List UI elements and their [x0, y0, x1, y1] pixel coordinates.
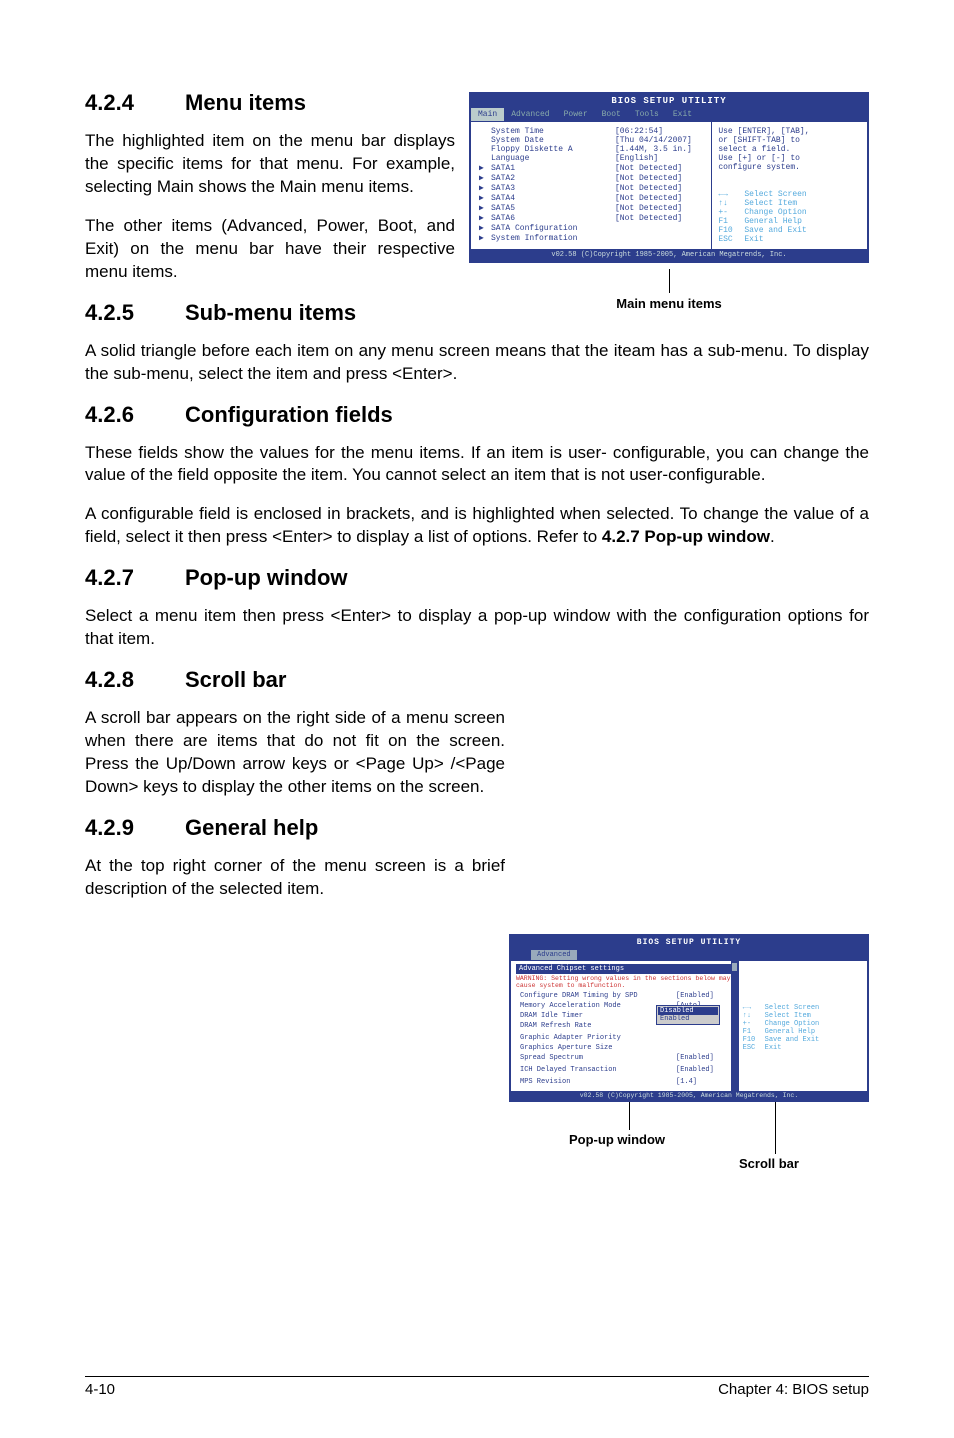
heading-num: 4.2.6	[85, 402, 185, 428]
popup-option[interactable]: Enabled	[658, 1015, 718, 1023]
bios-tabs: MainAdvancedPowerBootToolsExit	[471, 108, 867, 121]
bios-menu-row[interactable]: ▶SATA1[Not Detected]	[477, 163, 705, 173]
heading-title: Configuration fields	[185, 402, 393, 427]
help-text: configure system.	[718, 163, 861, 172]
tab-main[interactable]: Main	[471, 108, 504, 121]
heading-num: 4.2.9	[85, 815, 185, 841]
bios-menu-row[interactable]: ▶SATA Configuration	[477, 223, 705, 233]
page-footer: 4-10 Chapter 4: BIOS setup	[85, 1376, 869, 1398]
nav-hint: ↑↓Select Item	[743, 1012, 863, 1020]
callout-line-icon	[629, 1102, 630, 1130]
bios-title: BIOS SETUP UTILITY	[471, 94, 867, 108]
heading-num: 4.2.7	[85, 565, 185, 591]
help-text: select a field.	[718, 145, 861, 154]
bios-window-1: BIOS SETUP UTILITY MainAdvancedPowerBoot…	[469, 92, 869, 263]
bios-menu-row[interactable]: ▶SATA3[Not Detected]	[477, 183, 705, 193]
bios-menu-row[interactable]: Spread Spectrum[Enabled]	[518, 1054, 716, 1062]
figure-popup-scroll: BIOS SETUP UTILITY Advanced Advanced Chi…	[509, 934, 869, 1172]
bios-menu-row[interactable]: ▶SATA2[Not Detected]	[477, 173, 705, 183]
heading-num: 4.2.8	[85, 667, 185, 693]
heading-429: 4.2.9General help	[85, 815, 869, 841]
tab-advanced[interactable]: Advanced	[531, 950, 577, 960]
nav-hint: F10Save and Exit	[718, 226, 861, 235]
heading-427: 4.2.7Pop-up window	[85, 565, 869, 591]
bios-help-pane: ←→Select Screen↑↓Select Item+-Change Opt…	[738, 961, 867, 1091]
bios-left-pane: Advanced Chipset settings WARNING: Setti…	[511, 961, 738, 1091]
heading-428: 4.2.8Scroll bar	[85, 667, 869, 693]
popup-option[interactable]: Disabled	[658, 1007, 718, 1015]
heading-title: Scroll bar	[185, 667, 286, 692]
para-425-1: A solid triangle before each item on any…	[85, 340, 869, 386]
para-424-1: The highlighted item on the menu bar dis…	[85, 130, 455, 199]
tab-advanced[interactable]: Advanced	[504, 108, 556, 121]
page: 4.2.4Menu items The highlighted item on …	[0, 0, 954, 1438]
bios-left-pane: System Time[06:22:54]System Date[Thu 04/…	[471, 122, 711, 249]
caption-popup: Pop-up window	[569, 1132, 665, 1147]
bios-menu-row[interactable]: Configure DRAM Timing by SPD[Enabled]	[518, 992, 716, 1000]
help-text: or [SHIFT-TAB] to	[718, 136, 861, 145]
callout-line-icon	[669, 269, 670, 293]
bios-title: BIOS SETUP UTILITY	[511, 936, 867, 949]
bios-footer: v02.58 (C)Copyright 1985-2005, American …	[471, 249, 867, 261]
para-427-1: Select a menu item then press <Enter> to…	[85, 605, 869, 651]
bios-help-pane: Use [ENTER], [TAB],or [SHIFT-TAB] tosele…	[711, 122, 867, 249]
bios-footer: v02.58 (C)Copyright 1985-2005, American …	[511, 1091, 867, 1100]
para-424-2: The other items (Advanced, Power, Boot, …	[85, 215, 455, 284]
scroll-thumb[interactable]	[732, 963, 737, 971]
bios-menu-row[interactable]: ▶SATA6[Not Detected]	[477, 213, 705, 223]
nav-hint: ESCExit	[718, 235, 861, 244]
bios-menu-row[interactable]: Graphics Aperture Size	[518, 1044, 716, 1052]
tab-power[interactable]: Power	[557, 108, 595, 121]
bios-menu-row[interactable]: ICH Delayed Transaction[Enabled]	[518, 1066, 716, 1074]
chapter-label: Chapter 4: BIOS setup	[718, 1381, 869, 1398]
figure-main-menu: BIOS SETUP UTILITY MainAdvancedPowerBoot…	[469, 92, 869, 311]
heading-title: General help	[185, 815, 318, 840]
bios-window-2: BIOS SETUP UTILITY Advanced Advanced Chi…	[509, 934, 869, 1102]
figure-callouts: Pop-up window Scroll bar	[509, 1102, 869, 1172]
para-426-1: These fields show the values for the men…	[85, 442, 869, 488]
scroll-bar[interactable]	[731, 961, 738, 1091]
bios-menu-row[interactable]: System Date[Thu 04/14/2007]	[477, 136, 705, 145]
nav-hint: +-Change Option	[718, 208, 861, 217]
page-number: 4-10	[85, 1381, 115, 1398]
nav-hint: +-Change Option	[743, 1020, 863, 1028]
nav-hint: ↑↓Select Item	[718, 199, 861, 208]
callout-line-icon	[775, 1102, 776, 1154]
tab-boot[interactable]: Boot	[595, 108, 628, 121]
heading-426: 4.2.6Configuration fields	[85, 402, 869, 428]
para-426-bold: 4.2.7 Pop-up window	[602, 527, 770, 546]
tab-exit[interactable]: Exit	[666, 108, 699, 121]
nav-hint: ESCExit	[743, 1044, 863, 1052]
help-text: Use [+] or [-] to	[718, 154, 861, 163]
bios-menu-row[interactable]: ▶System Information	[477, 233, 705, 243]
bios-menu-row[interactable]: Language[English]	[477, 154, 705, 163]
heading-num: 4.2.5	[85, 300, 185, 326]
caption-scroll: Scroll bar	[739, 1156, 799, 1171]
heading-title: Pop-up window	[185, 565, 348, 590]
nav-hint: ←→Select Screen	[718, 190, 861, 199]
heading-num: 4.2.4	[85, 90, 185, 116]
para-428-1: A scroll bar appears on the right side o…	[85, 707, 505, 799]
tab-tools[interactable]: Tools	[628, 108, 666, 121]
nav-hint: F1General Help	[718, 217, 861, 226]
nav-hint: F10Save and Exit	[743, 1036, 863, 1044]
warning-text: WARNING: Setting wrong values in the sec…	[516, 974, 733, 990]
bios-menu-row[interactable]: MPS Revision[1.4]	[518, 1078, 716, 1086]
para-426-2: A configurable field is enclosed in brac…	[85, 503, 869, 549]
heading-title: Sub-menu items	[185, 300, 356, 325]
bios-menu-row[interactable]: Floppy Diskette A[1.44M, 3.5 in.]	[477, 145, 705, 154]
nav-hint: ←→Select Screen	[743, 1004, 863, 1012]
figure-caption: Main menu items	[469, 296, 869, 311]
bios-menu-row[interactable]: System Time[06:22:54]	[477, 127, 705, 136]
bios-menu-row[interactable]: ▶SATA4[Not Detected]	[477, 193, 705, 203]
para-426-2b: .	[770, 527, 775, 546]
bios-menu-row[interactable]: Graphic Adapter Priority	[518, 1034, 716, 1042]
help-text: Use [ENTER], [TAB],	[718, 127, 861, 136]
para-429-1: At the top right corner of the menu scre…	[85, 855, 505, 901]
nav-hint: F1General Help	[743, 1028, 863, 1036]
bios-menu-row[interactable]: ▶SATA5[Not Detected]	[477, 203, 705, 213]
heading-title: Menu items	[185, 90, 306, 115]
pane-header: Advanced Chipset settings	[516, 964, 733, 974]
popup-window[interactable]: Disabled Enabled	[656, 1005, 720, 1025]
